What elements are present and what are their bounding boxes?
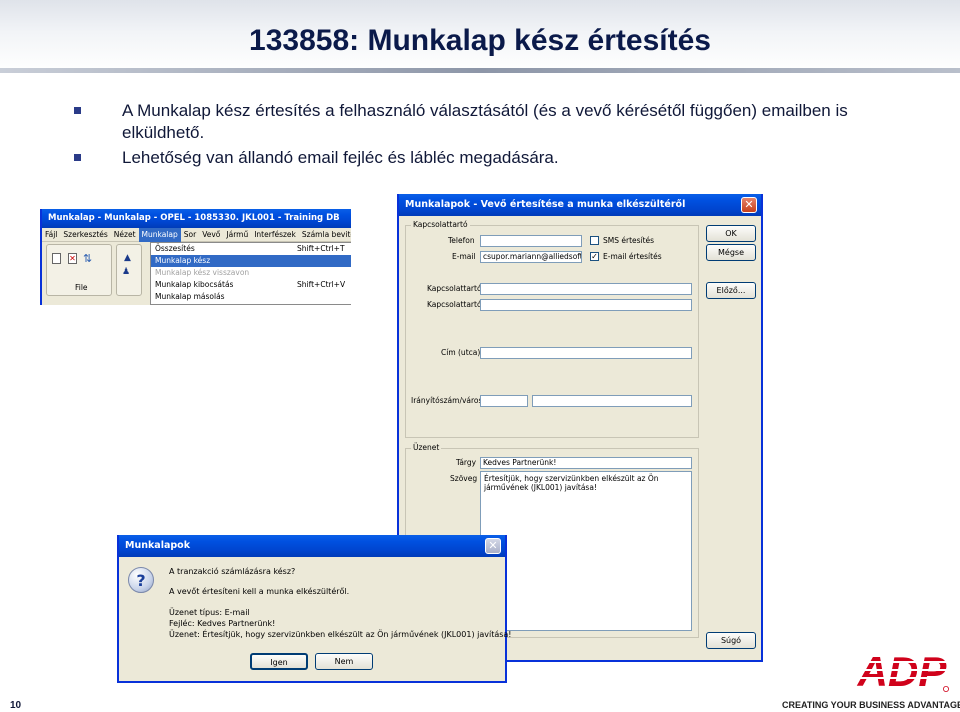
contact-group: Kapcsolattartó Telefon SMS értesítés E-m… xyxy=(405,220,699,438)
subject-input[interactable]: Kedves Partnerünk! xyxy=(480,457,692,469)
menu-item-worksheet-done[interactable]: Munkalap kész xyxy=(151,255,351,267)
confirm-line2: A vevőt értesíteni kell a munka elkészül… xyxy=(169,587,350,596)
contact2-label: Kapcsolattartó xyxy=(427,300,482,309)
confirm-dialog-title: Munkalapok xyxy=(125,540,191,551)
city-input[interactable] xyxy=(532,395,692,407)
toolbar-group-file: ✕ ⇅ File xyxy=(46,244,112,296)
contact1-input[interactable] xyxy=(480,283,692,295)
close-icon[interactable]: ✕ xyxy=(741,197,757,213)
confirm-body-line: Üzenet: Értesítjük, hogy szervizünkben e… xyxy=(169,630,512,639)
confirm-question: A tranzakció számlázásra kész? xyxy=(169,567,296,576)
phone-label: Telefon xyxy=(448,236,475,245)
bullet-item: A Munkalap kész értesítés a felhasználó … xyxy=(72,100,932,144)
users-icon[interactable]: ♟ xyxy=(122,267,130,277)
menu-vehicle[interactable]: Jármű xyxy=(223,228,251,242)
adp-logo: ADP xyxy=(852,648,952,692)
help-button[interactable]: Súgó xyxy=(706,632,756,649)
delete-icon[interactable]: ✕ xyxy=(68,253,77,264)
email-notify-label: E-mail értesítés xyxy=(603,252,662,261)
ok-button[interactable]: OK xyxy=(706,225,756,242)
menu-file[interactable]: Fájl xyxy=(42,228,60,242)
confirm-type-line: Üzenet típus: E-mail xyxy=(169,608,250,617)
bullet-item: Lehetőség van állandó email fejléc és lá… xyxy=(72,147,932,169)
email-input[interactable]: csupor.mariann@alliedsoft.hu xyxy=(480,251,582,263)
menu-interfaces[interactable]: Interfészek xyxy=(251,228,299,242)
zip-city-label: Irányítószám/város xyxy=(411,396,483,405)
notify-dialog-title: Munkalapok - Vevő értesítése a munka elk… xyxy=(405,199,686,210)
toolbar: ✕ ⇅ File ▲ ♟ xyxy=(46,244,142,300)
menu-row[interactable]: Sor xyxy=(181,228,199,242)
zip-input[interactable] xyxy=(480,395,528,407)
menu-invoice[interactable]: Számla bevitel xyxy=(299,228,351,242)
menu-edit[interactable]: Szerkesztés xyxy=(60,228,110,242)
address-label: Cím (utca) xyxy=(441,348,481,357)
menu-window-titlebar: Munkalap - Munkalap - OPEL - 1085330. JK… xyxy=(42,209,351,242)
slide-title: 133858: Munkalap kész értesítés xyxy=(249,24,711,57)
bullet-list: A Munkalap kész értesítés a felhasználó … xyxy=(72,100,932,171)
sms-label: SMS értesítés xyxy=(603,236,655,245)
email-label: E-mail xyxy=(452,252,476,261)
menu-item-summary[interactable]: Összesítés Shift+Ctrl+T xyxy=(151,243,351,255)
contact2-input[interactable] xyxy=(480,299,692,311)
menu-worksheet[interactable]: Munkalap xyxy=(138,228,181,242)
tagline: CREATING YOUR BUSINESS ADVANTAGE xyxy=(782,700,960,710)
no-button[interactable]: Nem xyxy=(315,653,373,670)
message-group-title: Üzenet xyxy=(411,443,442,452)
menu-customer[interactable]: Vevő xyxy=(199,228,223,242)
phone-input[interactable] xyxy=(480,235,582,247)
menu-item-worksheet-copy[interactable]: Munkalap másolás xyxy=(151,291,351,303)
page-number: 10 xyxy=(10,700,22,711)
subject-label: Tárgy xyxy=(456,458,477,467)
cancel-button[interactable]: Mégse xyxy=(706,244,756,261)
address-input[interactable] xyxy=(480,347,692,359)
email-notify-checkbox[interactable]: ✓ xyxy=(590,252,599,261)
new-doc-icon[interactable] xyxy=(52,253,61,264)
confirm-header-line: Fejléc: Kedves Partnerünk! xyxy=(169,619,276,628)
contact1-label: Kapcsolattartó xyxy=(427,284,482,293)
confirm-dialog: Munkalapok ✕ ? A tranzakció számlázásra … xyxy=(117,535,512,683)
menu-item-worksheet-undo: Munkalap kész visszavon xyxy=(155,268,250,277)
user-icon[interactable]: ▲ xyxy=(124,253,131,263)
body-label: Szöveg xyxy=(450,474,478,483)
menu-view[interactable]: Nézet xyxy=(111,228,139,242)
preview-button[interactable]: Előző... xyxy=(706,282,756,299)
sms-checkbox[interactable] xyxy=(590,236,599,245)
body-textarea[interactable]: Értesítjük, hogy szervizünkben elkészült… xyxy=(480,471,692,631)
notify-dialog-titlebar: Munkalapok - Vevő értesítése a munka elk… xyxy=(399,194,761,216)
yes-button[interactable]: Igen xyxy=(250,653,308,670)
menu-item-worksheet-issue[interactable]: Munkalap kibocsátás Shift+Ctrl+V xyxy=(151,279,351,291)
toolbar-group-users: ▲ ♟ xyxy=(116,244,142,296)
question-icon: ? xyxy=(128,567,154,593)
toolbar-file-label: File xyxy=(75,283,88,292)
header-divider xyxy=(0,68,960,73)
worksheet-dropdown: Összesítés Shift+Ctrl+T Munkalap kész Mun… xyxy=(150,242,351,305)
refresh-icon[interactable]: ⇅ xyxy=(83,252,92,265)
confirm-dialog-titlebar: Munkalapok ✕ xyxy=(119,535,505,557)
contact-group-title: Kapcsolattartó xyxy=(411,220,470,229)
menubar: Fájl Szerkesztés Nézet Munkalap Sor Vevő Jármű… xyxy=(42,228,351,242)
menu-window: Munkalap - Munkalap - OPEL - 1085330. JK… xyxy=(40,209,351,305)
close-icon[interactable]: ✕ xyxy=(485,538,501,554)
